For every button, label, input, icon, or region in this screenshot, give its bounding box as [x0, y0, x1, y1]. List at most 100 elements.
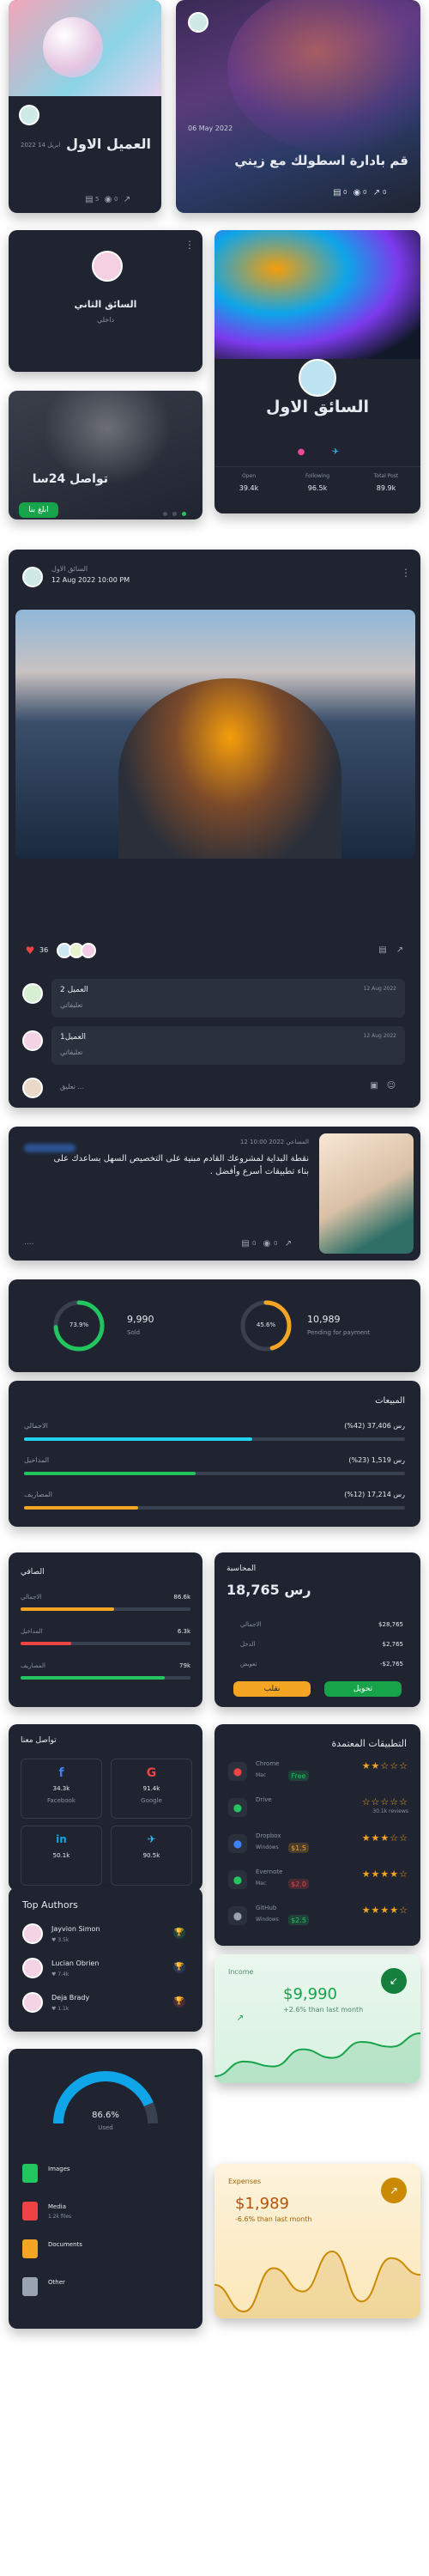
expenses-arrow-button[interactable]: ↗: [381, 2178, 407, 2203]
carousel-dot-active[interactable]: [182, 512, 186, 516]
author-name: Deja Brady: [51, 1994, 90, 2002]
driver-profile-card: السائق الاول ● ✈ Open 39.4k Following 96…: [214, 230, 420, 513]
social-tile[interactable]: ✈ 90.5k: [111, 1826, 192, 1886]
avatar[interactable]: [188, 12, 208, 33]
heart-icon[interactable]: ♥: [24, 945, 36, 957]
share-icon[interactable]: ↗: [395, 945, 405, 955]
avatar[interactable]: [19, 105, 39, 125]
flip-button[interactable]: نقلب: [233, 1681, 311, 1697]
news-more[interactable]: ....: [24, 1238, 33, 1247]
more-icon[interactable]: ⋮: [184, 239, 195, 251]
profit-row-value: 6.3k: [177, 1628, 190, 1635]
transfer-button[interactable]: تحويل: [324, 1681, 402, 1697]
income-arrow-button[interactable]: ↙: [381, 1968, 407, 1994]
sales-row-value: (%12) 17,214 رس: [344, 1491, 405, 1498]
app-price-badge: $2.0: [288, 1879, 309, 1889]
comment-time: 12 Aug 2022: [363, 986, 396, 992]
area-fill: [214, 2251, 420, 2318]
pending-label: Pending for payment: [307, 1329, 371, 1336]
app-icon[interactable]: ●: [228, 1870, 247, 1889]
abstract-shape: [43, 17, 103, 77]
file-type-name: Media: [48, 2203, 67, 2210]
social-tile[interactable]: in 50.1k: [21, 1826, 102, 1886]
comment-icon[interactable]: ▤: [378, 945, 388, 955]
author-avatar[interactable]: [22, 1923, 43, 1944]
post-image: [15, 610, 415, 859]
eye-icon[interactable]: ◉: [352, 187, 362, 197]
sales-row-fill: [24, 1437, 253, 1441]
author-avatar[interactable]: [22, 1958, 43, 1978]
eye-icon[interactable]: ◉: [262, 1238, 272, 1249]
author-likes: ♥ 7.4k: [51, 1971, 69, 1978]
profit-row-value: 86.6k: [173, 1594, 190, 1601]
twitter-icon[interactable]: ✈: [330, 447, 341, 457]
sales-row-fill: [24, 1472, 196, 1475]
emoji-icon[interactable]: ☺: [386, 1080, 396, 1091]
profit-card: الصافي الاجمالي 86.6k المداخيل 6.3k المصاريف…: [9, 1552, 202, 1707]
social-tile[interactable]: G 91.4k Google: [111, 1759, 192, 1819]
avatar[interactable]: [92, 251, 123, 282]
app-icon[interactable]: ●: [228, 1762, 247, 1781]
accounting-amount: 18,765 رس: [227, 1582, 311, 1598]
file-type-name: Documents: [48, 2241, 82, 2248]
author-likes: ♥ 3.5k: [51, 1937, 69, 1943]
town-on-cliff: [118, 678, 341, 859]
share-icon[interactable]: ↗: [372, 187, 382, 197]
social-count: 50.1k: [52, 1852, 70, 1859]
pending-value: 10,989: [307, 1314, 341, 1325]
eye-icon[interactable]: ◉: [103, 194, 113, 204]
comment-icon[interactable]: ▤: [240, 1238, 251, 1249]
card-title: العميل الاول: [66, 136, 151, 152]
app-platform: Mac: [256, 1880, 267, 1886]
author-avatar[interactable]: [22, 1992, 43, 2013]
expenses-label: Expenses: [228, 2178, 262, 2185]
app-reviews: 30.1k reviews: [372, 1808, 408, 1814]
social-tile[interactable]: f 34.3k Facebook: [21, 1759, 102, 1819]
author-name: Lucian Obrien: [51, 1959, 100, 1967]
app-name: GitHub: [256, 1905, 277, 1911]
avatar[interactable]: [22, 1030, 43, 1051]
profit-row-label: المداخيل: [21, 1628, 43, 1635]
app-price-badge: $2.5: [288, 1915, 309, 1925]
carousel-dot[interactable]: [163, 512, 167, 516]
more-icon[interactable]: ⋮: [401, 567, 411, 579]
stat3-label: Total Post: [373, 473, 399, 479]
file-type-icon: [22, 2164, 38, 2183]
app-rating-stars: ★★★★☆: [361, 1905, 408, 1916]
comment-icon[interactable]: ▤: [84, 194, 94, 204]
comment-input[interactable]: تعليق ...: [60, 1083, 84, 1091]
pending-percent: 45.6%: [256, 1321, 276, 1328]
news-meta: 12 10:00 2022 المساعي: [239, 1139, 309, 1145]
social-name: Facebook: [47, 1797, 76, 1804]
apps-card: التطبيقات المعتمدة ● Chrome Mac Free ★★☆☆☆ ● D…: [214, 1724, 420, 1946]
sales-row-label: المصاريف: [24, 1491, 53, 1498]
app-icon[interactable]: ●: [228, 1798, 247, 1817]
news-card: 12 10:00 2022 المساعي نقطة البداية لمشرو…: [9, 1127, 420, 1261]
trophy-icon: 🏆: [173, 1996, 185, 2008]
report-button[interactable]: ابلغ بنا: [19, 502, 58, 518]
comment-time: 12 Aug 2022: [363, 1033, 396, 1039]
sales-row-bar: [24, 1437, 405, 1441]
comment-author: العميل1: [60, 1033, 87, 1042]
instagram-icon[interactable]: ●: [296, 447, 306, 457]
app-icon[interactable]: ●: [228, 1906, 247, 1925]
app-rating-stars: ☆☆☆☆☆: [361, 1796, 408, 1807]
avatar[interactable]: [22, 983, 43, 1004]
avatar[interactable]: [22, 567, 43, 587]
fabric-image: [227, 0, 420, 155]
storage-sub: Used: [98, 2124, 113, 2131]
share-icon[interactable]: ↗: [122, 194, 132, 204]
app-icon[interactable]: ●: [228, 1834, 247, 1853]
like-count: 36: [39, 946, 49, 954]
accounting-row-label: الاجمالي: [240, 1621, 262, 1628]
share-icon[interactable]: ↗: [283, 1238, 293, 1249]
comment-text: تعليقاتي: [60, 1048, 83, 1056]
avatar[interactable]: [299, 359, 336, 397]
avatar[interactable]: [22, 1078, 43, 1098]
comment-icon[interactable]: ▤: [332, 187, 342, 197]
like-count: 0: [343, 189, 347, 196]
liker-avatar[interactable]: [81, 943, 96, 958]
news-comment-count: 0: [252, 1240, 257, 1247]
carousel-dot[interactable]: [172, 512, 177, 516]
image-icon[interactable]: ▣: [369, 1080, 379, 1091]
